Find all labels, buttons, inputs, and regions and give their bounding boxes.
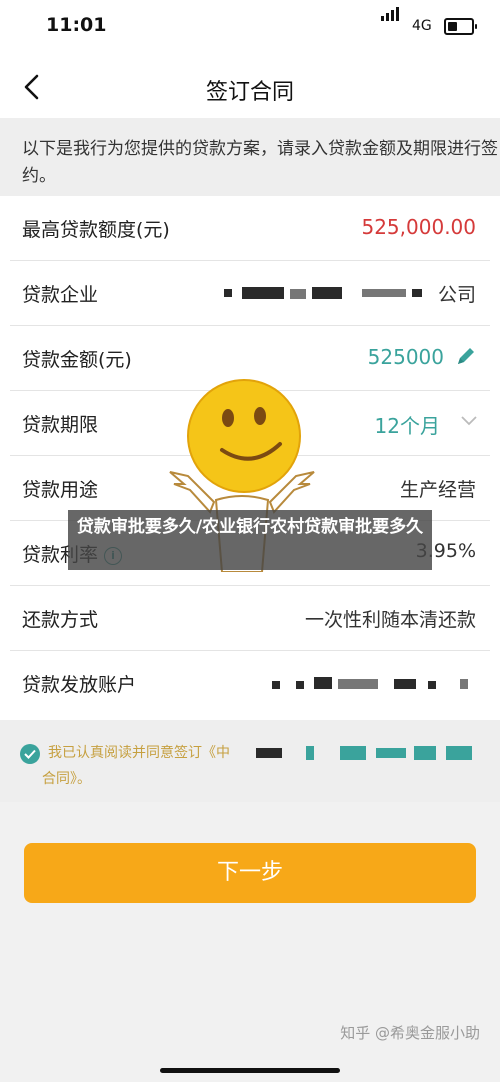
row-max-credit: 最高贷款额度(元) 525,000.00: [0, 196, 500, 261]
mask-block: [306, 746, 314, 760]
mask-block: [340, 746, 366, 760]
check-icon: [24, 749, 36, 759]
max-credit-value: 525,000.00: [361, 215, 476, 239]
check-circle-icon[interactable]: [20, 744, 40, 764]
loan-term-select[interactable]: 12个月: [375, 410, 440, 439]
mask-block: [414, 746, 436, 760]
watermark: 知乎 @希奥金服小助: [340, 1024, 480, 1042]
mask-block: [460, 679, 468, 689]
mask-block: [256, 748, 282, 758]
agreement-section: 我已认真阅读并同意签订《中 合同》。: [0, 720, 500, 802]
article-title-banner: 贷款审批要多久/农业银行农村贷款审批要多久: [68, 510, 432, 570]
mask-block: [314, 677, 332, 689]
repayment-value: 一次性利随本清还款: [304, 609, 476, 631]
loan-purpose-value: 生产经营: [399, 479, 476, 501]
mask-block: [290, 289, 306, 299]
row-loan-company: 贷款企业 公司: [0, 261, 500, 326]
mask-block: [296, 681, 304, 689]
mask-block: [242, 287, 284, 299]
notice-text: 以下是我行为您提供的贷款方案，请录入贷款金额及期限进行签约。: [22, 139, 498, 186]
mask-block: [428, 681, 436, 689]
mask-block: [272, 681, 280, 689]
mask-block: [362, 289, 406, 297]
page-title: 签订合同: [205, 80, 294, 105]
status-bar: 11:01 4G: [0, 0, 500, 58]
loan-amount-input[interactable]: 525000: [368, 345, 444, 369]
home-indicator: [160, 1068, 340, 1073]
mask-block: [376, 748, 406, 758]
chevron-down-icon[interactable]: [460, 415, 478, 427]
mask-block: [224, 289, 232, 297]
mask-block: [394, 679, 416, 689]
row-label: 贷款发放账户: [22, 674, 137, 696]
row-label: 贷款用途: [22, 479, 99, 501]
mask-block: [312, 287, 342, 299]
battery-icon: [444, 18, 477, 35]
row-label: 贷款金额(元): [22, 349, 132, 371]
mask-block: [446, 746, 472, 760]
row-repayment: 还款方式 一次性利随本清还款: [0, 586, 500, 651]
row-label: 还款方式: [22, 609, 99, 631]
row-label: 贷款期限: [22, 414, 99, 436]
next-step-button[interactable]: 下一步: [24, 843, 476, 903]
mask-block: [338, 679, 378, 689]
row-disbursement-account: 贷款发放账户: [0, 651, 500, 716]
company-value: 公司: [437, 284, 476, 306]
mask-block: [412, 289, 422, 297]
notice-banner: 以下是我行为您提供的贷款方案，请录入贷款金额及期限进行签约。: [0, 118, 500, 196]
row-label: 贷款企业: [22, 284, 99, 306]
network-label: 4G: [412, 18, 432, 34]
row-label: 最高贷款额度(元): [22, 219, 170, 241]
pencil-icon[interactable]: [454, 344, 478, 368]
agreement-text-cont[interactable]: 合同》。: [42, 768, 91, 788]
agreement-text[interactable]: 我已认真阅读并同意签订《中: [48, 742, 230, 762]
nav-bar: 签订合同: [0, 58, 500, 118]
status-time: 11:01: [46, 14, 107, 36]
